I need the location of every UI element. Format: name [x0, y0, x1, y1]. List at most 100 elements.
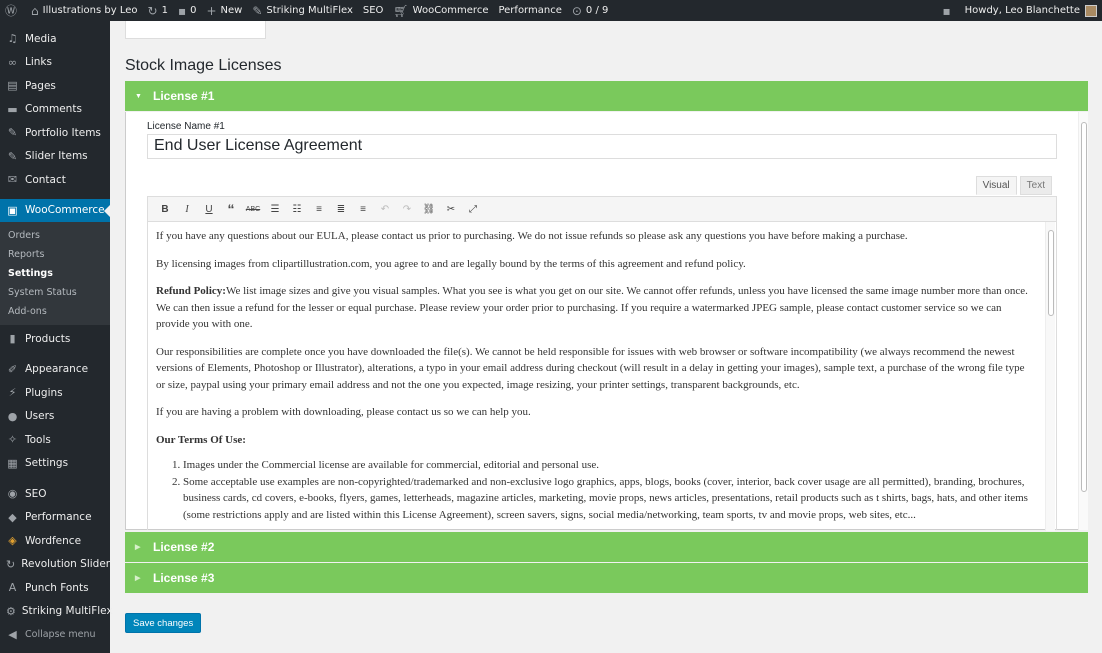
site-name-label: Illustrations by Leo: [42, 5, 138, 16]
tab-text[interactable]: Text: [1019, 176, 1052, 195]
updates-link[interactable]: ↻ 1: [143, 0, 173, 21]
scroll-thumb[interactable]: [1048, 230, 1054, 316]
scroll-thumb[interactable]: [1081, 122, 1087, 492]
redo-icon[interactable]: ↷: [396, 198, 418, 220]
sidebar-item-label: Media: [25, 32, 57, 45]
align-left-icon[interactable]: ≡: [308, 198, 330, 220]
sidebar-item-label: Striking MultiFlex: [21, 605, 113, 618]
sidebar-item-products[interactable]: ▮ Products: [0, 327, 110, 351]
performance-link[interactable]: Performance: [493, 0, 566, 21]
submenu-system-status[interactable]: System Status: [0, 283, 110, 302]
seo-icon: ◉: [7, 487, 18, 501]
save-button[interactable]: Save changes: [125, 613, 202, 633]
sidebar-item-label: WooCommerce: [25, 204, 105, 217]
gear-icon: ⚙: [6, 604, 16, 618]
submenu-add-ons[interactable]: Add-ons: [0, 302, 110, 321]
sidebar-item-appearance[interactable]: ✐ Appearance: [0, 358, 110, 382]
sidebar-item-portfolio[interactable]: ✎ Portfolio Items: [0, 121, 110, 145]
sidebar-item-contact[interactable]: ✉ Contact: [0, 168, 110, 192]
wordpress-logo-button[interactable]: Ⓦ: [0, 0, 26, 21]
list-item: Images under the Commercial license are …: [183, 457, 1036, 474]
sidebar-item-revolution-slider[interactable]: ↻ Revolution Slider: [0, 553, 110, 577]
bulleted-list-icon[interactable]: ☰: [264, 198, 286, 220]
main-content: Stock Image Licenses ▼ License #1 License…: [110, 21, 1102, 653]
license-3-header[interactable]: ▶ License #3: [125, 563, 1088, 593]
sidebar-item-performance[interactable]: ◆ Performance: [0, 506, 110, 530]
sidebar-item-label: Portfolio Items: [25, 126, 101, 139]
list-item: Some acceptable use examples are non-cop…: [183, 474, 1036, 524]
sidebar-item-woocommerce[interactable]: ▣ WooCommerce: [0, 198, 110, 222]
performance-icon: ◆: [8, 510, 17, 524]
sidebar-item-label: Pages: [25, 79, 56, 92]
howdy-label: Howdy, Leo Blanchette: [964, 5, 1080, 16]
seo-link[interactable]: SEO: [358, 0, 389, 21]
sidebar-item-label: Punch Fonts: [25, 581, 89, 594]
sidebar-item-plugins[interactable]: ⚡ Plugins: [0, 381, 110, 405]
pin-icon: ✎: [252, 3, 263, 18]
sidebar-item-label: SEO: [25, 487, 47, 500]
terms-list: Images under the Commercial license are …: [156, 457, 1036, 523]
numbered-list-icon[interactable]: ☷: [286, 198, 308, 220]
align-center-icon[interactable]: ≣: [330, 198, 352, 220]
site-name-link[interactable]: ⌂ Illustrations by Leo: [26, 0, 143, 21]
sidebar-item-settings[interactable]: ▦ Settings: [0, 452, 110, 476]
pages-icon: ▤: [7, 79, 18, 93]
settings-icon: ▦: [7, 456, 18, 470]
license-1-header[interactable]: ▼ License #1: [125, 81, 1088, 111]
license-2-header[interactable]: ▶ License #2: [125, 532, 1088, 562]
license-2-label: License #2: [153, 540, 215, 554]
sidebar-item-comments[interactable]: ▬ Comments: [0, 98, 110, 122]
wrench-icon: ✧: [7, 433, 18, 447]
italic-icon[interactable]: I: [176, 198, 198, 220]
sidebar-item-tools[interactable]: ✧ Tools: [0, 428, 110, 452]
comments-link[interactable]: ▪ 0: [173, 0, 202, 21]
paragraph: By licensing images from clipartillustra…: [156, 257, 746, 270]
collapse-menu-button[interactable]: ◀ Collapse menu: [0, 623, 110, 647]
striking-link[interactable]: ✎ Striking MultiFlex: [247, 0, 358, 21]
avatar: [1085, 4, 1097, 17]
blockquote-icon[interactable]: “: [220, 198, 242, 220]
editor-content[interactable]: If you have any questions about our EULA…: [148, 222, 1044, 531]
link-icon[interactable]: ⛓: [418, 198, 440, 220]
user-icon: ●: [7, 409, 18, 423]
underline-icon[interactable]: U: [198, 198, 220, 220]
sidebar-item-wordfence[interactable]: ◈ Wordfence: [0, 529, 110, 553]
sidebar-item-links[interactable]: ∞ Links: [0, 51, 110, 75]
align-right-icon[interactable]: ≡: [352, 198, 374, 220]
sidebar-item-media[interactable]: ♫ Media: [0, 27, 110, 51]
sidebar-item-seo[interactable]: ◉ SEO: [0, 482, 110, 506]
submenu-orders[interactable]: Orders: [0, 226, 110, 245]
sidebar-item-slider-items[interactable]: ✎ Slider Items: [0, 145, 110, 169]
font-icon: A: [8, 581, 17, 595]
notification-link[interactable]: ▪: [937, 0, 959, 21]
submenu-settings[interactable]: Settings: [0, 264, 110, 283]
admin-bar: Ⓦ ⌂ Illustrations by Leo ↻ 1 ▪ 0 + New ✎ Stri…: [0, 0, 1102, 21]
submenu-reports[interactable]: Reports: [0, 245, 110, 264]
unlink-icon[interactable]: ✂: [440, 198, 462, 220]
sidebar-item-label: Appearance: [25, 363, 89, 376]
new-content-link[interactable]: + New: [201, 0, 247, 21]
sidebar-item-label: Products: [25, 332, 71, 345]
sidebar-item-pages[interactable]: ▤ Pages: [0, 74, 110, 98]
plus-icon: +: [206, 3, 217, 18]
panel-scrollbar[interactable]: [1078, 112, 1088, 530]
tab-visual[interactable]: Visual: [975, 176, 1017, 195]
license-name-input[interactable]: End User License Agreement: [147, 134, 1057, 159]
refund-policy-heading: Refund Policy:: [156, 285, 226, 297]
collapse-icon: ◀: [8, 628, 17, 642]
editor-scrollbar[interactable]: [1045, 222, 1055, 531]
undo-icon[interactable]: ↶: [374, 198, 396, 220]
bold-icon[interactable]: B: [154, 198, 176, 220]
sidebar-item-striking[interactable]: ⚙ Striking MultiFlex: [0, 600, 113, 624]
sidebar-item-users[interactable]: ● Users: [0, 405, 110, 429]
sidebar-item-label: Tools: [25, 433, 51, 446]
account-link[interactable]: Howdy, Leo Blanchette: [960, 0, 1102, 21]
woocommerce-icon: ▣: [7, 203, 18, 217]
strikethrough-icon[interactable]: ABC: [242, 198, 264, 220]
products-icon: ▮: [9, 332, 16, 346]
counter-link[interactable]: ⊙ 0 / 9: [567, 0, 614, 21]
woocommerce-link[interactable]: 🛒︎ WooCommerce: [388, 0, 493, 21]
fullscreen-icon[interactable]: ⤢: [462, 198, 484, 220]
sidebar-item-punch-fonts[interactable]: A Punch Fonts: [0, 576, 110, 600]
sidebar-item-label: Contact: [25, 173, 66, 186]
